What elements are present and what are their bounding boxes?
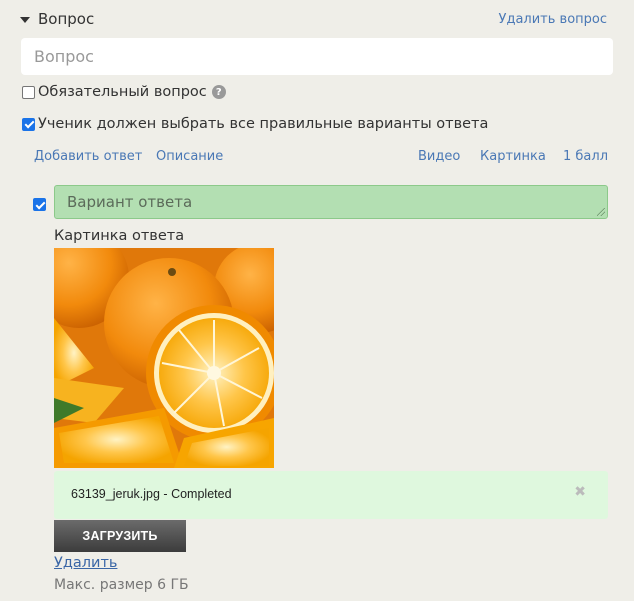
answer-picture-label: Картинка ответа — [54, 228, 185, 244]
question-input[interactable]: Вопрос — [21, 38, 613, 75]
question-header-label: Вопрос — [38, 10, 95, 28]
description-link[interactable]: Описание — [156, 149, 223, 164]
picture-link[interactable]: Картинка — [480, 149, 546, 164]
required-checkbox[interactable] — [22, 85, 35, 99]
delete-question-link[interactable]: Удалить вопрос — [499, 12, 607, 27]
video-link[interactable]: Видео — [418, 149, 460, 164]
answer-text: Вариант ответа — [67, 193, 193, 211]
points-link[interactable]: 1 балл — [563, 149, 608, 164]
close-icon[interactable]: ✖ — [574, 484, 586, 500]
required-label: Обязательный вопрос — [38, 84, 207, 100]
all-correct-option[interactable]: Ученик должен выбрать все правильные вар… — [22, 116, 488, 132]
add-answer-link[interactable]: Добавить ответ — [34, 149, 142, 164]
upload-button[interactable]: ЗАГРУЗИТЬ — [54, 520, 186, 552]
all-correct-label: Ученик должен выбрать все правильные вар… — [38, 116, 489, 132]
file-status-text: 63139_jeruk.jpg - Completed — [71, 487, 232, 501]
question-toggle[interactable]: Вопрос — [20, 10, 94, 28]
upload-status-panel: 63139_jeruk.jpg - Completed ✖ — [54, 471, 608, 519]
required-question-option[interactable]: Обязательный вопрос ? — [22, 84, 226, 100]
max-size-note: Макс. размер 6 ГБ — [54, 577, 189, 593]
help-icon[interactable]: ? — [211, 85, 226, 99]
all-correct-checkbox[interactable] — [22, 117, 35, 131]
answer-picture — [54, 248, 274, 468]
answer-input[interactable]: Вариант ответа — [54, 185, 608, 219]
delete-picture-link[interactable]: Удалить — [54, 555, 117, 571]
caret-down-icon — [20, 17, 30, 23]
resize-handle-icon[interactable] — [597, 208, 605, 216]
answer-correct-checkbox[interactable] — [33, 198, 46, 211]
